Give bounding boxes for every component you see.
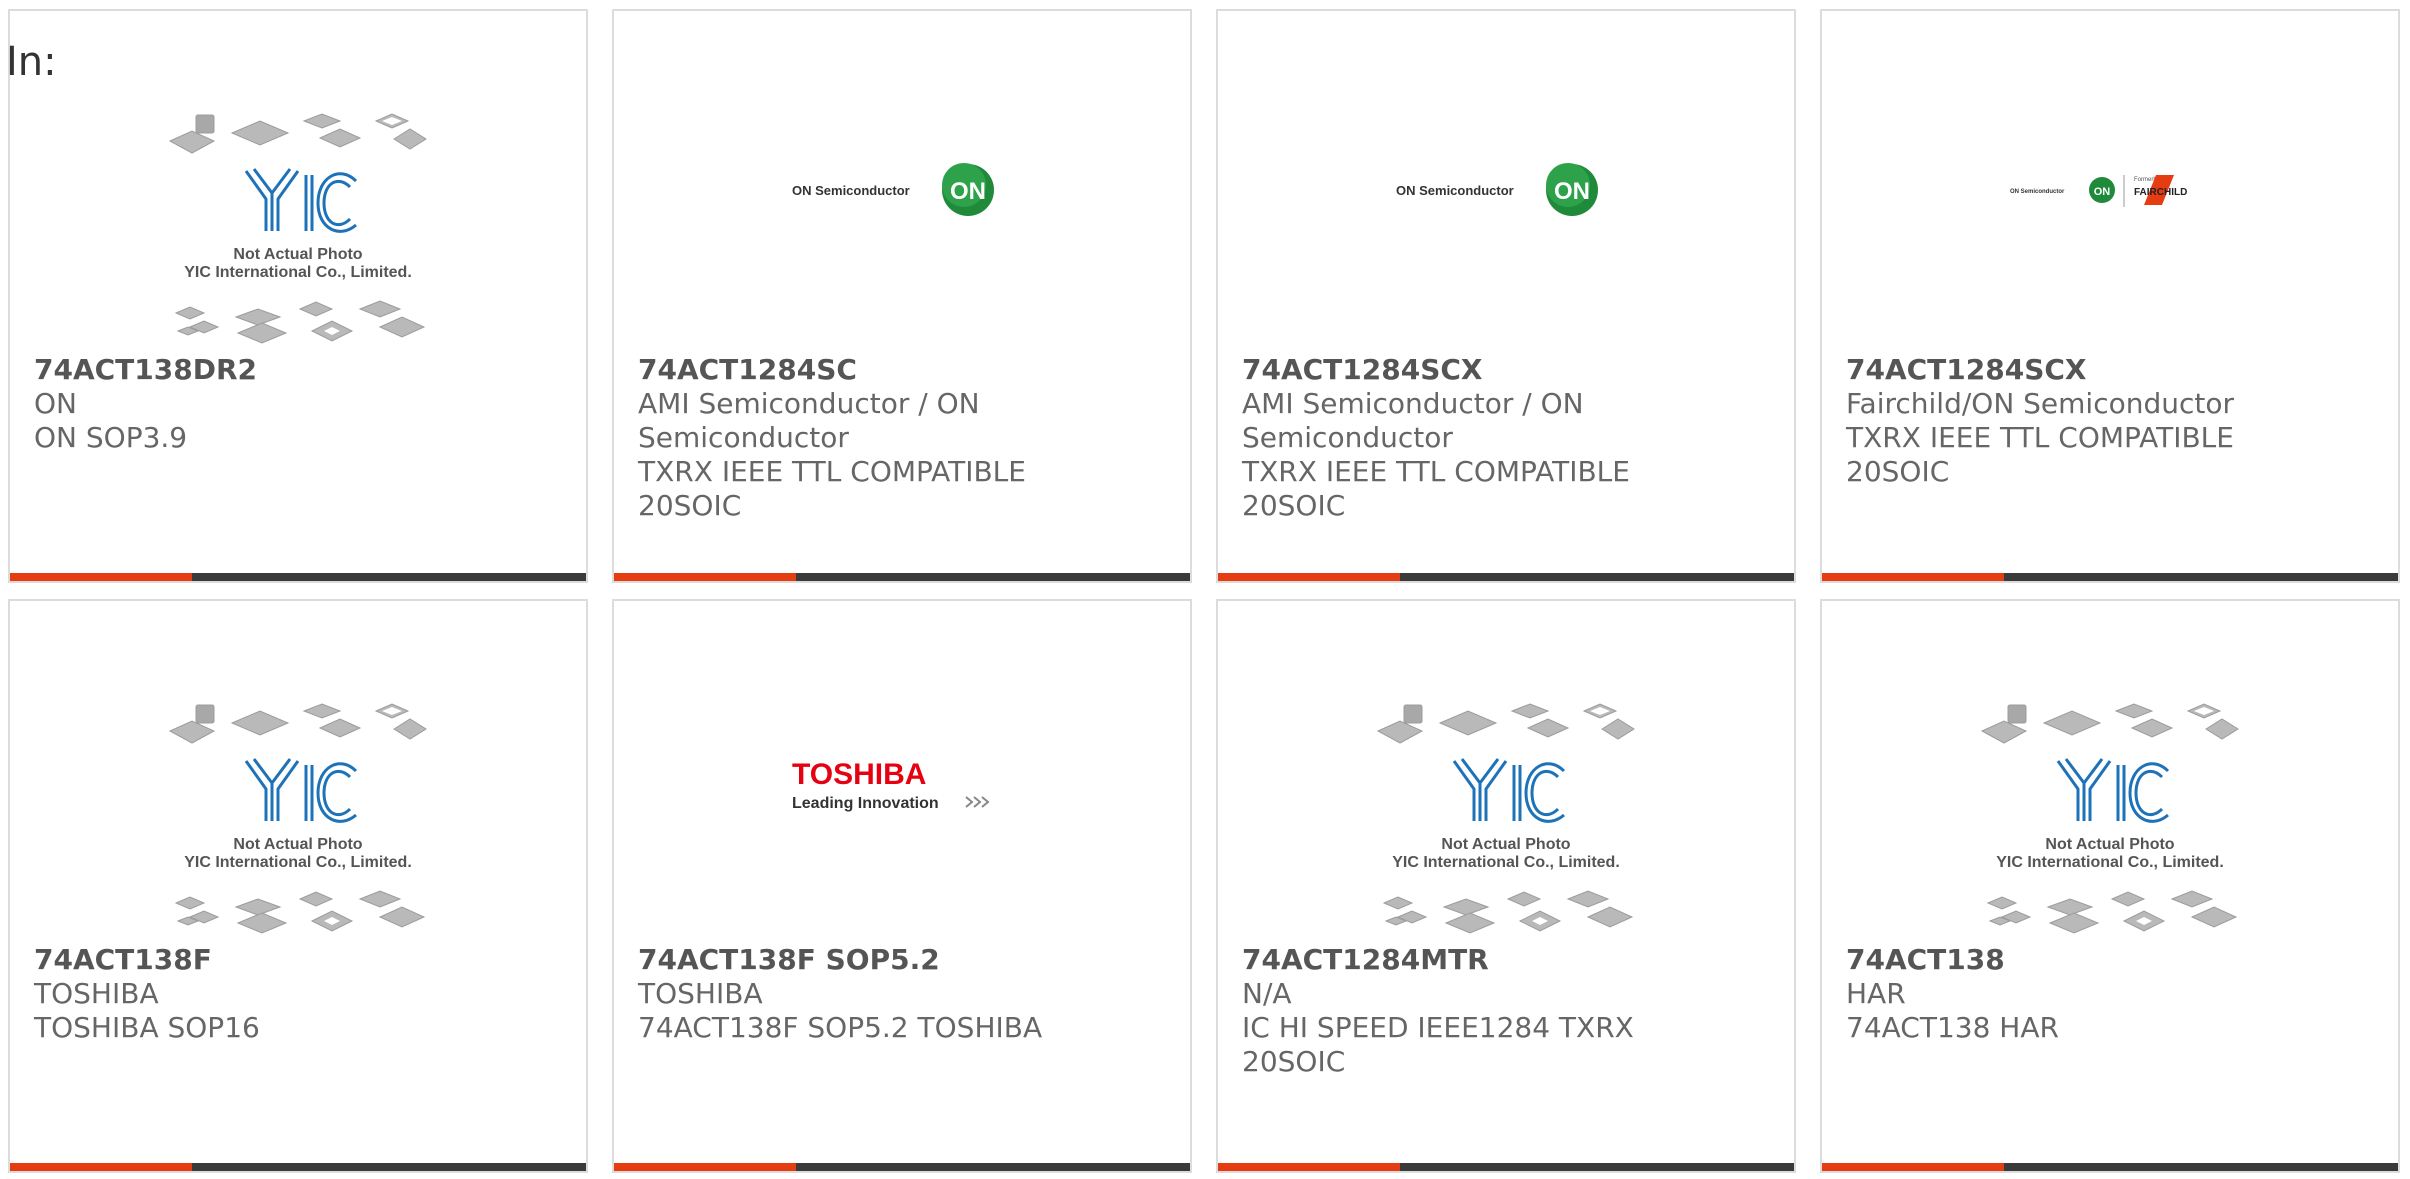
product-info: 74ACT1284SC AMI Semiconductor / ON Semicon…: [638, 353, 1168, 523]
description-text: 74ACT138 HAR: [1846, 1011, 2059, 1044]
manufacturer-text: Fairchild/ON Semiconductor: [1846, 387, 2235, 420]
product-info: 74ACT138F TOSHIBA TOSHIBA SOP16: [34, 943, 564, 1045]
manufacturer-text: ON: [34, 387, 77, 420]
description-text: 20SOIC: [1846, 455, 1950, 488]
description-text: ON SOP3.9: [34, 421, 188, 454]
product-image[interactable]: Not Actual Photo YIC International Co., …: [10, 671, 586, 951]
product-card[interactable]: Not Actual Photo YIC International Co., …: [8, 599, 588, 1173]
card-accent-bar: [1822, 1163, 2004, 1171]
yic-placeholder-image: Not Actual Photo YIC International Co., …: [168, 703, 427, 934]
product-image[interactable]: Not Actual Photo YIC International Co., …: [1218, 671, 1794, 951]
description-text: IC HI SPEED IEEE1284 TXRX: [1242, 1011, 1634, 1044]
toshiba-logo: TOSHIBA Leading Innovation: [792, 758, 990, 812]
product-info: 74ACT1284SCX AMI Semiconductor / ON Semico…: [1242, 353, 1772, 523]
product-grid: Not Actual Photo YIC International Co., …: [0, 0, 2410, 1179]
yic-placeholder-image: Not Actual Photo YIC International Co., …: [168, 113, 427, 344]
product-card[interactable]: ON Semiconductor ON 74ACT1284SCX AMI Semi…: [1216, 9, 1796, 583]
svg-text:YIC International Co., Limited: YIC International Co., Limited.: [184, 264, 412, 281]
card-bottom-bar: [614, 573, 1190, 581]
card-accent-bar: [1822, 573, 2004, 581]
svg-text:ON: ON: [1554, 178, 1590, 205]
part-number-link[interactable]: 74ACT1284SCX: [1242, 353, 1772, 387]
product-image[interactable]: ON Semiconductor ON: [614, 81, 1190, 361]
description-text: TXRX IEEE TTL COMPATIBLE: [638, 455, 1026, 488]
manufacturer-text: AMI Semiconductor / ON: [1242, 387, 1584, 420]
filter-in-label: In:: [6, 39, 57, 85]
card-accent-bar: [614, 1163, 796, 1171]
card-bottom-bar: [1822, 1163, 2398, 1171]
svg-text:ON Semiconductor: ON Semiconductor: [1396, 183, 1514, 198]
card-bottom-bar: [614, 1163, 1190, 1171]
description-text: Semiconductor: [1242, 421, 1453, 454]
part-number-link[interactable]: 74ACT138F SOP5.2: [638, 943, 1168, 977]
yic-placeholder-image: Not Actual Photo YIC International Co., …: [1980, 703, 2239, 934]
part-number-link[interactable]: 74ACT138F: [34, 943, 564, 977]
manufacturer-text: N/A: [1242, 977, 1292, 1010]
svg-text:FAIRCHILD: FAIRCHILD: [2134, 187, 2187, 198]
manufacturer-text: AMI Semiconductor / ON: [638, 387, 980, 420]
svg-text:YIC International Co., Limited: YIC International Co., Limited.: [1996, 854, 2224, 871]
part-number-link[interactable]: 74ACT1284SCX: [1846, 353, 2376, 387]
part-number-link[interactable]: 74ACT1284MTR: [1242, 943, 1772, 977]
svg-text:Not Actual Photo: Not Actual Photo: [233, 836, 362, 853]
manufacturer-text: HAR: [1846, 977, 1906, 1010]
card-bottom-bar: [1822, 573, 2398, 581]
svg-text:ON: ON: [950, 178, 986, 205]
description-text: 20SOIC: [1242, 489, 1346, 522]
card-accent-bar: [1218, 1163, 1400, 1171]
card-accent-bar: [10, 1163, 192, 1171]
card-bottom-bar: [1218, 1163, 1794, 1171]
svg-text:Not Actual Photo: Not Actual Photo: [2045, 836, 2174, 853]
product-image[interactable]: Not Actual Photo YIC International Co., …: [10, 81, 586, 361]
product-image[interactable]: TOSHIBA Leading Innovation: [614, 671, 1190, 951]
product-image[interactable]: Not Actual Photo YIC International Co., …: [1822, 671, 2398, 951]
part-number-link[interactable]: 74ACT138: [1846, 943, 2376, 977]
description-text: Semiconductor: [638, 421, 849, 454]
on-semiconductor-logo: ON Semiconductor ON: [792, 163, 994, 216]
on-semiconductor-logo: ON Semiconductor ON: [1396, 163, 1598, 216]
product-card[interactable]: Not Actual Photo YIC International Co., …: [1216, 599, 1796, 1173]
svg-text:Leading Innovation: Leading Innovation: [792, 795, 939, 812]
product-image[interactable]: ON Semiconductor ON Formerly FAIRCHILD: [1822, 81, 2398, 361]
product-info: 74ACT138F SOP5.2 TOSHIBA 74ACT138F SOP5.2 …: [638, 943, 1168, 1045]
product-card[interactable]: Not Actual Photo YIC International Co., …: [8, 9, 588, 583]
product-info: 74ACT1284MTR N/A IC HI SPEED IEEE1284 TXRX…: [1242, 943, 1772, 1079]
description-text: TOSHIBA SOP16: [34, 1011, 260, 1044]
card-bottom-bar: [1218, 573, 1794, 581]
product-card[interactable]: ON Semiconductor ON Formerly FAIRCHILD 7…: [1820, 9, 2400, 583]
svg-text:Not Actual Photo: Not Actual Photo: [1441, 836, 1570, 853]
description-text: 20SOIC: [638, 489, 742, 522]
svg-text:YIC International Co., Limited: YIC International Co., Limited.: [1392, 854, 1620, 871]
card-bottom-bar: [10, 573, 586, 581]
product-info: 74ACT138 HAR 74ACT138 HAR: [1846, 943, 2376, 1045]
product-info: 74ACT1284SCX Fairchild/ON Semiconductor TX…: [1846, 353, 2376, 489]
manufacturer-text: TOSHIBA: [34, 977, 159, 1010]
part-number-link[interactable]: 74ACT138DR2: [34, 353, 564, 387]
product-card[interactable]: Not Actual Photo YIC International Co., …: [1820, 599, 2400, 1173]
product-image[interactable]: ON Semiconductor ON: [1218, 81, 1794, 361]
product-card[interactable]: ON Semiconductor ON 74ACT1284SC AMI Semic…: [612, 9, 1192, 583]
svg-text:Not Actual Photo: Not Actual Photo: [233, 246, 362, 263]
svg-text:ON Semiconductor: ON Semiconductor: [2010, 189, 2065, 195]
card-accent-bar: [1218, 573, 1400, 581]
description-text: 74ACT138F SOP5.2 TOSHIBA: [638, 1011, 1043, 1044]
card-accent-bar: [614, 573, 796, 581]
manufacturer-text: TOSHIBA: [638, 977, 763, 1010]
svg-text:ON Semiconductor: ON Semiconductor: [792, 183, 910, 198]
part-number-link[interactable]: 74ACT1284SC: [638, 353, 1168, 387]
yic-placeholder-image: Not Actual Photo YIC International Co., …: [1376, 703, 1635, 934]
fairchild-on-logo: ON Semiconductor ON Formerly FAIRCHILD: [2010, 175, 2187, 207]
description-text: 20SOIC: [1242, 1045, 1346, 1078]
product-info: 74ACT138DR2 ON ON SOP3.9: [34, 353, 564, 455]
description-text: TXRX IEEE TTL COMPATIBLE: [1242, 455, 1630, 488]
svg-text:TOSHIBA: TOSHIBA: [792, 758, 926, 791]
product-card[interactable]: TOSHIBA Leading Innovation 74ACT138F SOP…: [612, 599, 1192, 1173]
card-accent-bar: [10, 573, 192, 581]
description-text: TXRX IEEE TTL COMPATIBLE: [1846, 421, 2234, 454]
svg-text:YIC International Co., Limited: YIC International Co., Limited.: [184, 854, 412, 871]
svg-text:ON: ON: [2094, 186, 2111, 198]
card-bottom-bar: [10, 1163, 586, 1171]
